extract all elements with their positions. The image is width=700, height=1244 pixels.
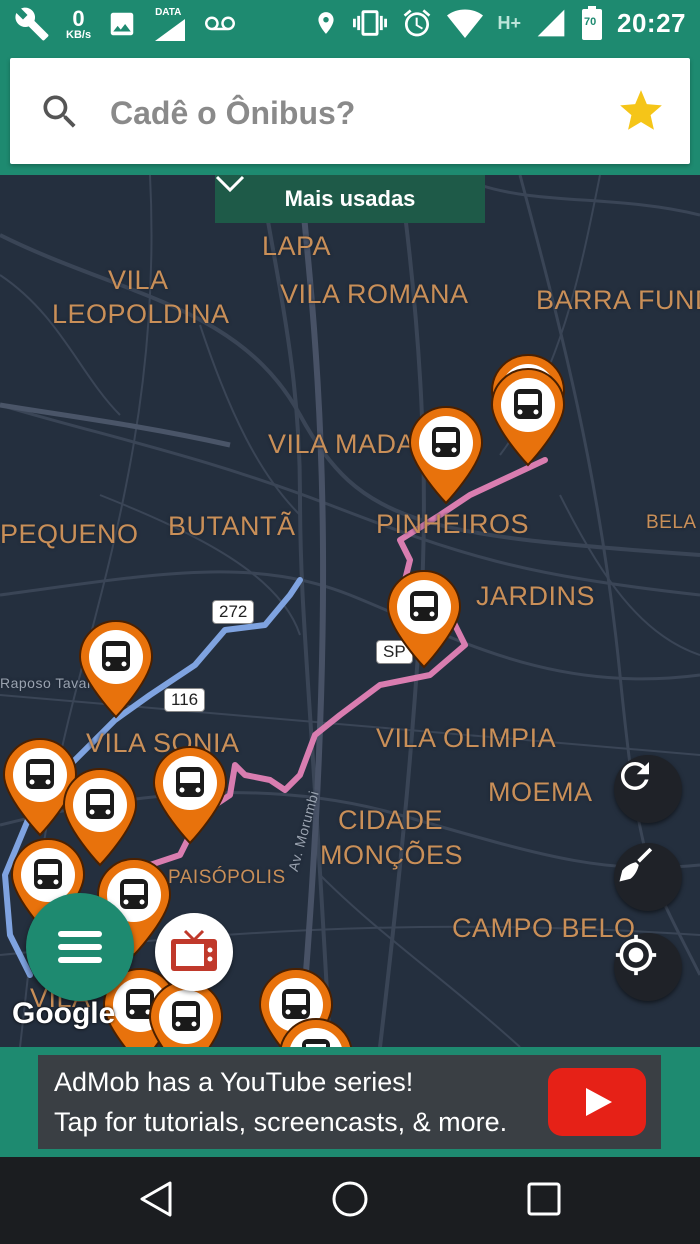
data-indicator: DATA — [153, 7, 187, 41]
chevron-down-icon — [215, 175, 245, 193]
map-label-bela: BELA — [646, 512, 697, 533]
image-icon — [110, 12, 134, 36]
net-speed-value: 0 — [72, 5, 85, 31]
my-location-button[interactable] — [614, 933, 682, 1001]
map-label-paraisopolis: PAISÓPOLIS — [168, 867, 286, 888]
map-label-leopoldina: LEOPOLDINA — [52, 299, 230, 329]
search-input[interactable]: Cadê o Ônibus? — [110, 95, 355, 132]
net-speed: 0 KB/s — [66, 5, 92, 41]
vibrate-icon — [353, 10, 388, 36]
bus-pin[interactable] — [384, 567, 464, 671]
status-bar: 0 KB/s DATA H+ 70 20:27 — [0, 0, 700, 50]
wrench-icon — [15, 7, 49, 41]
bus-pin[interactable] — [406, 403, 486, 507]
search-box[interactable]: Cadê o Ônibus? — [10, 58, 690, 164]
broom-icon — [619, 847, 653, 882]
map-label-butanta: BUTANTÃ — [168, 511, 296, 541]
refresh-button[interactable] — [614, 755, 682, 823]
filter-dropdown-label: Mais usadas — [284, 186, 416, 211]
map-label-cidade: CIDADE — [338, 805, 444, 835]
bus-pin[interactable] — [488, 365, 568, 469]
recents-icon[interactable] — [526, 1181, 562, 1217]
tv-button[interactable] — [155, 913, 233, 991]
ad-line-1: AdMob has a YouTube series! — [54, 1067, 414, 1097]
map-label-barra-funda: BARRA FUND — [536, 285, 700, 315]
status-bar-right: H+ 70 20:27 — [313, 6, 686, 40]
net-speed-unit: KB/s — [66, 28, 92, 41]
play-icon — [586, 1088, 612, 1116]
network-type: H+ — [497, 12, 521, 33]
map-label-moncoes: MONÇÕES — [320, 840, 464, 870]
data-label: DATA — [155, 7, 182, 18]
clock: 20:27 — [617, 7, 686, 38]
menu-button[interactable] — [26, 893, 134, 1001]
battery-icon: 70 — [581, 6, 603, 40]
map-view[interactable]: Mais usadas LAPA VILA LEOPOLDINA VILA RO… — [0, 175, 700, 1047]
search-icon[interactable] — [38, 90, 82, 134]
map-label-vila-madalena: VILA MADA — [268, 429, 416, 459]
map-label-campo-belo: CAMPO BELO — [452, 913, 636, 943]
menu-icon — [58, 931, 102, 963]
road-shield-272: 272 — [212, 600, 255, 624]
ad-line-2: Tap for tutorials, screencasts, & more. — [54, 1107, 508, 1137]
youtube-play-button[interactable] — [548, 1068, 646, 1136]
bus-pin[interactable] — [150, 743, 230, 847]
map-label-vila-olimpia: VILA OLIMPIA — [376, 723, 557, 753]
star-icon[interactable] — [616, 86, 666, 136]
ad-banner[interactable]: AdMob has a YouTube series! Tap for tuto… — [0, 1047, 700, 1157]
map-label-pinheiros: PINHEIROS — [376, 509, 530, 539]
voicemail-icon — [205, 16, 236, 31]
map-label-jardins: JARDINS — [476, 581, 596, 611]
google-attribution: Google — [12, 997, 116, 1030]
road-shield-116: 116 — [164, 688, 206, 712]
data-signal-icon — [155, 19, 186, 41]
status-bar-left: 0 KB/s DATA — [14, 6, 237, 42]
bus-pin[interactable] — [276, 1015, 356, 1047]
map-label-vila-romana: VILA ROMANA — [280, 279, 469, 309]
refresh-icon — [621, 762, 649, 790]
filter-dropdown[interactable]: Mais usadas — [215, 175, 485, 223]
map-label-moema: MOEMA — [488, 777, 593, 807]
clear-button[interactable] — [614, 843, 682, 911]
signal-icon — [537, 9, 565, 37]
map-label-pequeno: PEQUENO — [0, 519, 139, 549]
home-icon[interactable] — [330, 1179, 370, 1219]
bus-pin[interactable] — [76, 617, 156, 721]
ad-content[interactable]: AdMob has a YouTube series! Tap for tuto… — [38, 1055, 661, 1149]
map-label-vila: VILA — [108, 265, 169, 295]
wifi-icon — [447, 9, 484, 38]
alarm-icon — [404, 9, 431, 37]
tv-icon — [171, 929, 217, 971]
back-icon[interactable] — [136, 1179, 176, 1219]
app-header: Cadê o Ônibus? — [0, 50, 700, 175]
map-label-lapa: LAPA — [262, 231, 332, 261]
location-icon — [318, 12, 335, 34]
battery-level: 70 — [584, 16, 597, 28]
navigation-bar — [0, 1157, 700, 1244]
my-location-icon — [615, 934, 657, 976]
